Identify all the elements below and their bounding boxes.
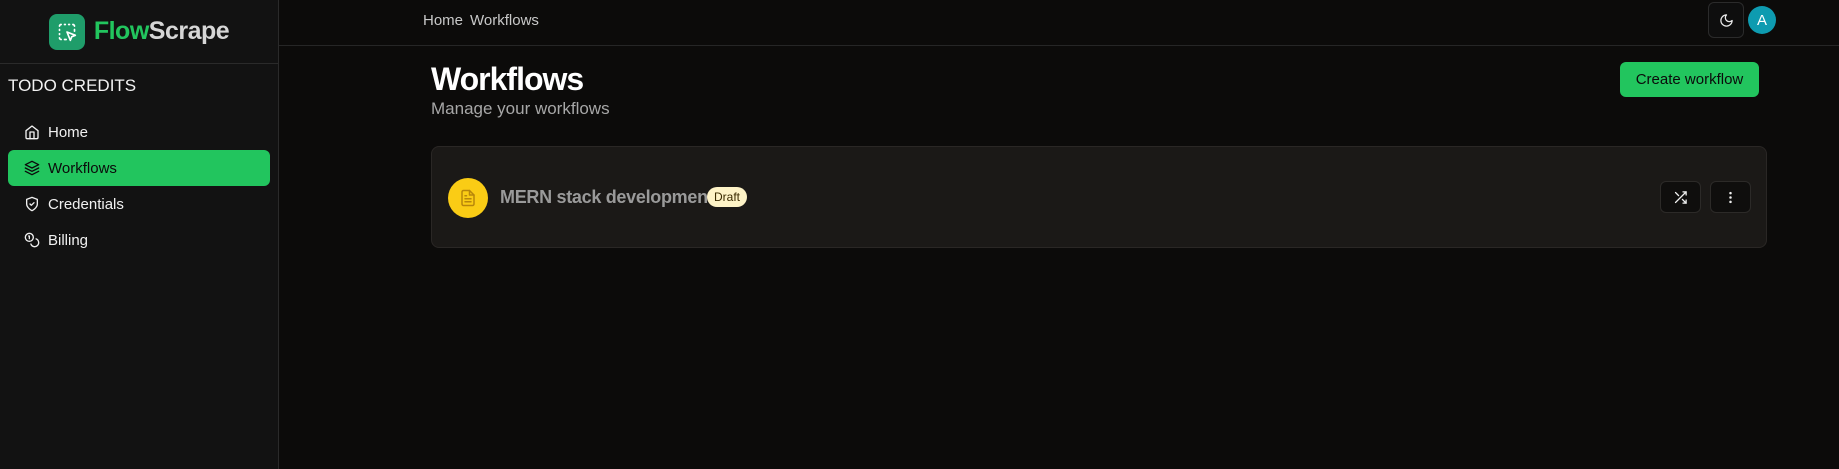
run-workflow-button[interactable] <box>1660 181 1701 213</box>
file-text-icon <box>448 178 488 218</box>
page-subtitle: Manage your workflows <box>431 99 610 118</box>
brand-name-flow: Flow <box>93 17 149 45</box>
more-actions-button[interactable] <box>1710 181 1751 213</box>
more-vertical-icon <box>1723 190 1738 205</box>
sidebar-item-label: Workflows <box>48 159 117 177</box>
layers-icon <box>24 160 40 176</box>
sidebar-nav: Home Workflows Credentials Billing <box>0 106 278 266</box>
workflow-card: MERN stack development Draft <box>431 146 1767 248</box>
sidebar-item-label: Billing <box>48 231 89 249</box>
breadcrumb-item-workflows[interactable]: Workflows <box>470 12 539 29</box>
brand-name-scrape: Scrape <box>148 17 230 45</box>
mouse-pointer-square-dashed-icon <box>48 13 85 50</box>
credits-label: TODO CREDITS <box>8 76 137 95</box>
shield-check-icon <box>24 196 40 212</box>
sidebar-item-home[interactable]: Home <box>8 114 270 150</box>
shuffle-icon <box>1673 190 1688 205</box>
app-root: FlowScrape TODO CREDITS Home Workflows C… <box>0 0 1839 469</box>
sidebar-item-label: Home <box>48 123 89 141</box>
coins-icon <box>24 232 40 248</box>
main-area: Home Workflows A Workflows Manage your w… <box>279 0 1839 469</box>
breadcrumb-item-home[interactable]: Home <box>423 12 463 29</box>
moon-icon <box>1719 13 1734 28</box>
avatar[interactable]: A <box>1748 6 1776 34</box>
sidebar-item-label: Credentials <box>48 195 124 213</box>
sidebar-item-credentials[interactable]: Credentials <box>8 186 270 222</box>
sidebar: FlowScrape TODO CREDITS Home Workflows C… <box>0 0 279 469</box>
sidebar-item-workflows[interactable]: Workflows <box>8 150 270 186</box>
create-workflow-button[interactable]: Create workflow <box>1620 62 1759 97</box>
status-badge: Draft <box>707 187 748 207</box>
theme-toggle-button[interactable] <box>1708 2 1744 38</box>
workflow-name-link[interactable]: MERN stack development <box>500 187 714 208</box>
page-title: Workflows <box>431 61 584 97</box>
topbar: Home Workflows A <box>279 0 1839 46</box>
home-icon <box>24 124 40 140</box>
brand-logo-link[interactable]: FlowScrape <box>0 0 278 64</box>
sidebar-item-billing[interactable]: Billing <box>8 222 270 258</box>
breadcrumb: Home Workflows <box>423 12 539 29</box>
brand-name: FlowScrape <box>93 17 230 46</box>
